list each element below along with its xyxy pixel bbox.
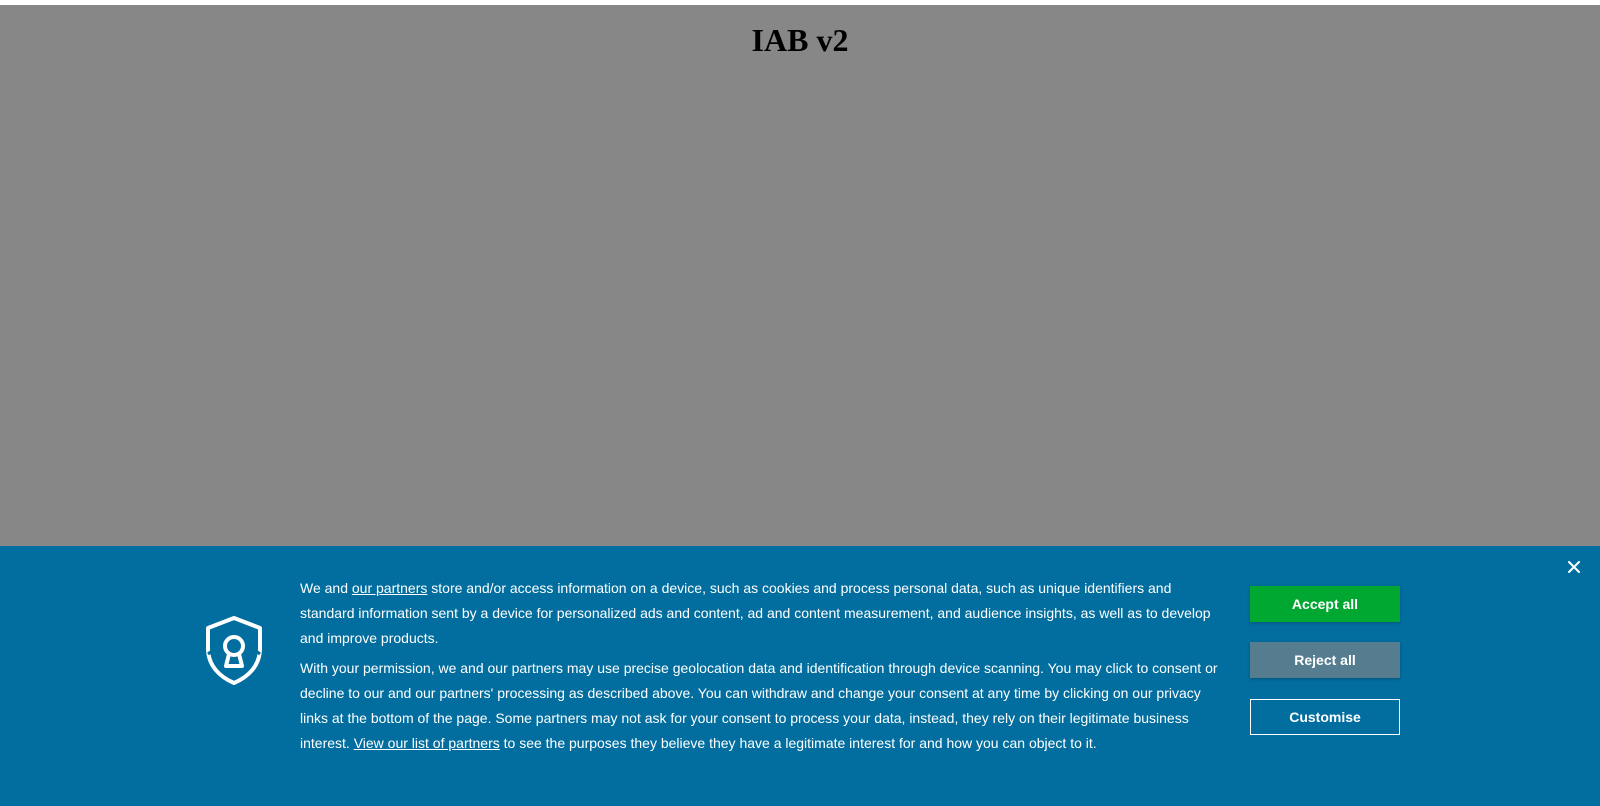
consent-text-segment: We and [300,580,352,596]
shield-keyhole-icon [206,616,262,685]
consent-text: We and our partners store and/or access … [300,576,1220,761]
our-partners-link[interactable]: our partners [352,580,427,596]
customise-button[interactable]: Customise [1250,699,1400,735]
consent-paragraph-1: We and our partners store and/or access … [300,576,1220,651]
partners-list-link[interactable]: View our list of partners [354,735,500,751]
accept-all-button[interactable]: Accept all [1250,586,1400,622]
consent-banner: We and our partners store and/or access … [0,546,1600,806]
close-icon [1568,561,1580,573]
consent-paragraph-2: With your permission, we and our partner… [300,656,1220,756]
consent-text-segment: store and/or access information on a dev… [300,580,1211,646]
close-button[interactable] [1564,557,1584,577]
reject-all-button[interactable]: Reject all [1250,642,1400,678]
consent-text-segment: to see the purposes they believe they ha… [499,735,1097,751]
